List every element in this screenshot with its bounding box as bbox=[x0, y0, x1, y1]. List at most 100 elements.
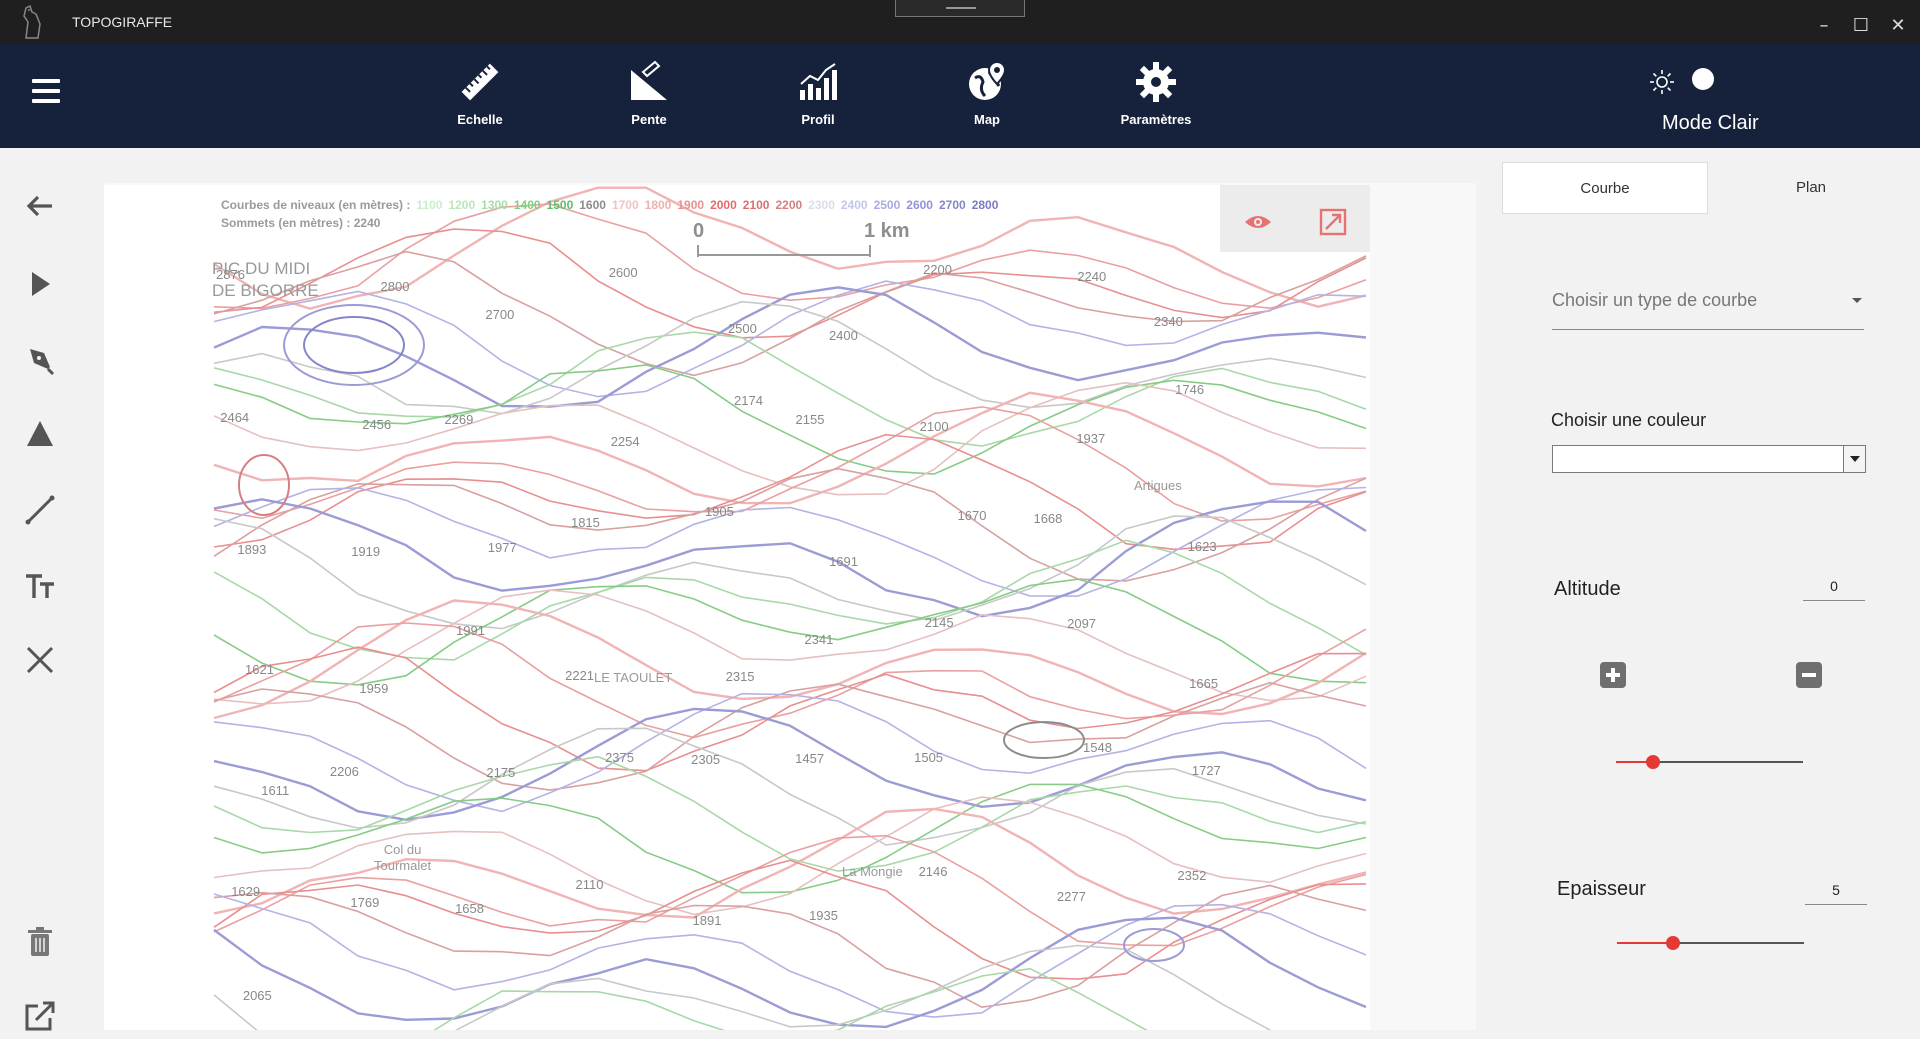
tab-courbe[interactable]: Courbe bbox=[1502, 162, 1708, 214]
altitude-slider[interactable] bbox=[1616, 754, 1803, 770]
peak-label: 2110 bbox=[575, 876, 604, 892]
peak-label: 2375 bbox=[605, 749, 634, 765]
legend-peaks-value: 2240 bbox=[353, 216, 381, 230]
text-icon bbox=[26, 574, 54, 598]
thickness-input[interactable]: 5 bbox=[1805, 882, 1867, 905]
sun-icon bbox=[1650, 70, 1674, 94]
place-label: Col du Tourmalet bbox=[374, 842, 432, 873]
trash-icon bbox=[28, 927, 52, 956]
peak-label: 1548 bbox=[1083, 739, 1112, 755]
delete-tool-button[interactable] bbox=[22, 642, 58, 678]
text-button[interactable] bbox=[22, 568, 58, 604]
curve-type-select[interactable]: Choisir un type de courbe bbox=[1552, 288, 1864, 330]
peak-label: 1670 bbox=[957, 508, 987, 524]
contour-line bbox=[213, 433, 1367, 551]
trash-button[interactable] bbox=[22, 924, 58, 960]
peak-button[interactable] bbox=[22, 416, 58, 452]
peak-label: 2456 bbox=[362, 416, 392, 432]
peak-label: 1891 bbox=[692, 912, 722, 928]
color-select[interactable] bbox=[1552, 445, 1866, 473]
legend-level: 1700 bbox=[611, 198, 639, 212]
peak-label: 2269 bbox=[444, 412, 474, 428]
eye-icon[interactable] bbox=[1243, 207, 1273, 237]
minimize-button[interactable]: – bbox=[1812, 14, 1836, 38]
peak-label: 2800 bbox=[380, 278, 410, 294]
peak-label: 2254 bbox=[610, 433, 640, 449]
dropdown-arrow-icon[interactable] bbox=[1843, 446, 1865, 472]
ruler-icon bbox=[461, 63, 499, 101]
tool-profil[interactable]: Profil bbox=[768, 60, 868, 127]
legend-level: 2400 bbox=[840, 198, 868, 212]
peak-label: 2100 bbox=[919, 418, 949, 434]
topographic-map[interactable]: Courbes de niveaux (en mètres) : 1100 1200… bbox=[104, 185, 1370, 1030]
peak-label: 1668 bbox=[1033, 510, 1063, 526]
peak-label: 2464 bbox=[220, 409, 250, 425]
legend-level: 1100 bbox=[416, 198, 443, 212]
place-label: Artigues bbox=[1134, 478, 1182, 493]
scale-bar bbox=[697, 245, 871, 257]
legend-curves-label: Courbes de niveaux (en mètres) : bbox=[221, 198, 411, 212]
mode-label: Mode Clair bbox=[1662, 112, 1759, 134]
drag-handle[interactable] bbox=[895, 0, 1025, 17]
peak-label: 1977 bbox=[487, 539, 517, 555]
peak-label: 2146 bbox=[918, 863, 948, 879]
tool-label: Profil bbox=[801, 112, 835, 127]
scale-end: 1 km bbox=[864, 220, 910, 242]
contour-line bbox=[213, 599, 1367, 720]
place-col-du-tourmalet: Col du Tourmalet bbox=[374, 842, 431, 874]
place-label: LE TAOULET bbox=[594, 670, 673, 685]
peak-label: 1935 bbox=[809, 907, 838, 923]
legend-level: 2300 bbox=[808, 198, 835, 212]
peak-label: 1905 bbox=[704, 504, 734, 520]
tool-parametres[interactable]: Paramètres bbox=[1106, 60, 1206, 127]
tool-echelle[interactable]: Echelle bbox=[430, 60, 530, 127]
pen-icon bbox=[30, 349, 55, 376]
thickness-label: Epaisseur bbox=[1557, 878, 1646, 900]
close-window-button[interactable]: ✕ bbox=[1886, 14, 1910, 38]
altitude-increase-button[interactable] bbox=[1600, 662, 1626, 688]
globe-pin-icon bbox=[969, 60, 1007, 100]
peak-label: 2400 bbox=[828, 327, 858, 343]
thickness-slider-thumb[interactable] bbox=[1666, 936, 1681, 950]
export-button[interactable] bbox=[22, 998, 58, 1034]
peak-label: 1505 bbox=[914, 749, 944, 765]
legend-level: 1800 bbox=[644, 198, 672, 212]
altitude-input[interactable]: 0 bbox=[1803, 578, 1865, 601]
contour-line bbox=[213, 539, 1367, 661]
tab-plan[interactable]: Plan bbox=[1708, 162, 1914, 214]
peak-label: 1457 bbox=[795, 751, 825, 767]
peak-label: 1937 bbox=[1076, 431, 1106, 447]
line-button[interactable] bbox=[22, 492, 58, 528]
peak-label: 1769 bbox=[350, 895, 380, 911]
altitude-decrease-button[interactable] bbox=[1796, 662, 1822, 688]
peak-label: 2200 bbox=[923, 261, 952, 277]
contour-line bbox=[213, 515, 1367, 630]
place-la-mongie: La Mongie bbox=[842, 861, 903, 883]
select-button[interactable] bbox=[22, 266, 58, 302]
peak-label: 2305 bbox=[691, 752, 721, 768]
legend-level: 1300 bbox=[481, 198, 508, 212]
legend-level: 1600 bbox=[579, 198, 606, 212]
contour-line bbox=[433, 967, 1148, 1030]
pen-button[interactable] bbox=[22, 341, 58, 377]
legend-curves: Courbes de niveaux (en mètres) : 1100 1200… bbox=[221, 198, 998, 212]
peak-label: 2600 bbox=[608, 265, 638, 281]
title-bar: TOPOGIRAFFE – ☐ ✕ bbox=[0, 0, 1920, 44]
tool-map[interactable]: Map bbox=[937, 60, 1037, 127]
back-button[interactable] bbox=[22, 188, 58, 224]
altitude-slider-thumb[interactable] bbox=[1646, 755, 1661, 769]
tool-pente[interactable]: Pente bbox=[599, 60, 699, 127]
menu-icon[interactable] bbox=[32, 79, 60, 105]
peak-label: 1691 bbox=[829, 553, 858, 569]
maximize-button[interactable]: ☐ bbox=[1849, 14, 1873, 38]
place-label: La Mongie bbox=[842, 864, 903, 879]
peak-label: 2206 bbox=[329, 763, 359, 779]
color-label: Choisir une couleur bbox=[1551, 410, 1707, 430]
peak-label: 1959 bbox=[359, 680, 389, 696]
peak-label: 1919 bbox=[351, 543, 381, 559]
peak-label: 2340 bbox=[1153, 314, 1183, 330]
fit-to-screen-icon[interactable] bbox=[1318, 207, 1348, 237]
curve-type-placeholder: Choisir un type de courbe bbox=[1552, 290, 1758, 310]
place-taoulet: LE TAOULET bbox=[594, 667, 672, 689]
thickness-slider[interactable] bbox=[1617, 935, 1804, 951]
